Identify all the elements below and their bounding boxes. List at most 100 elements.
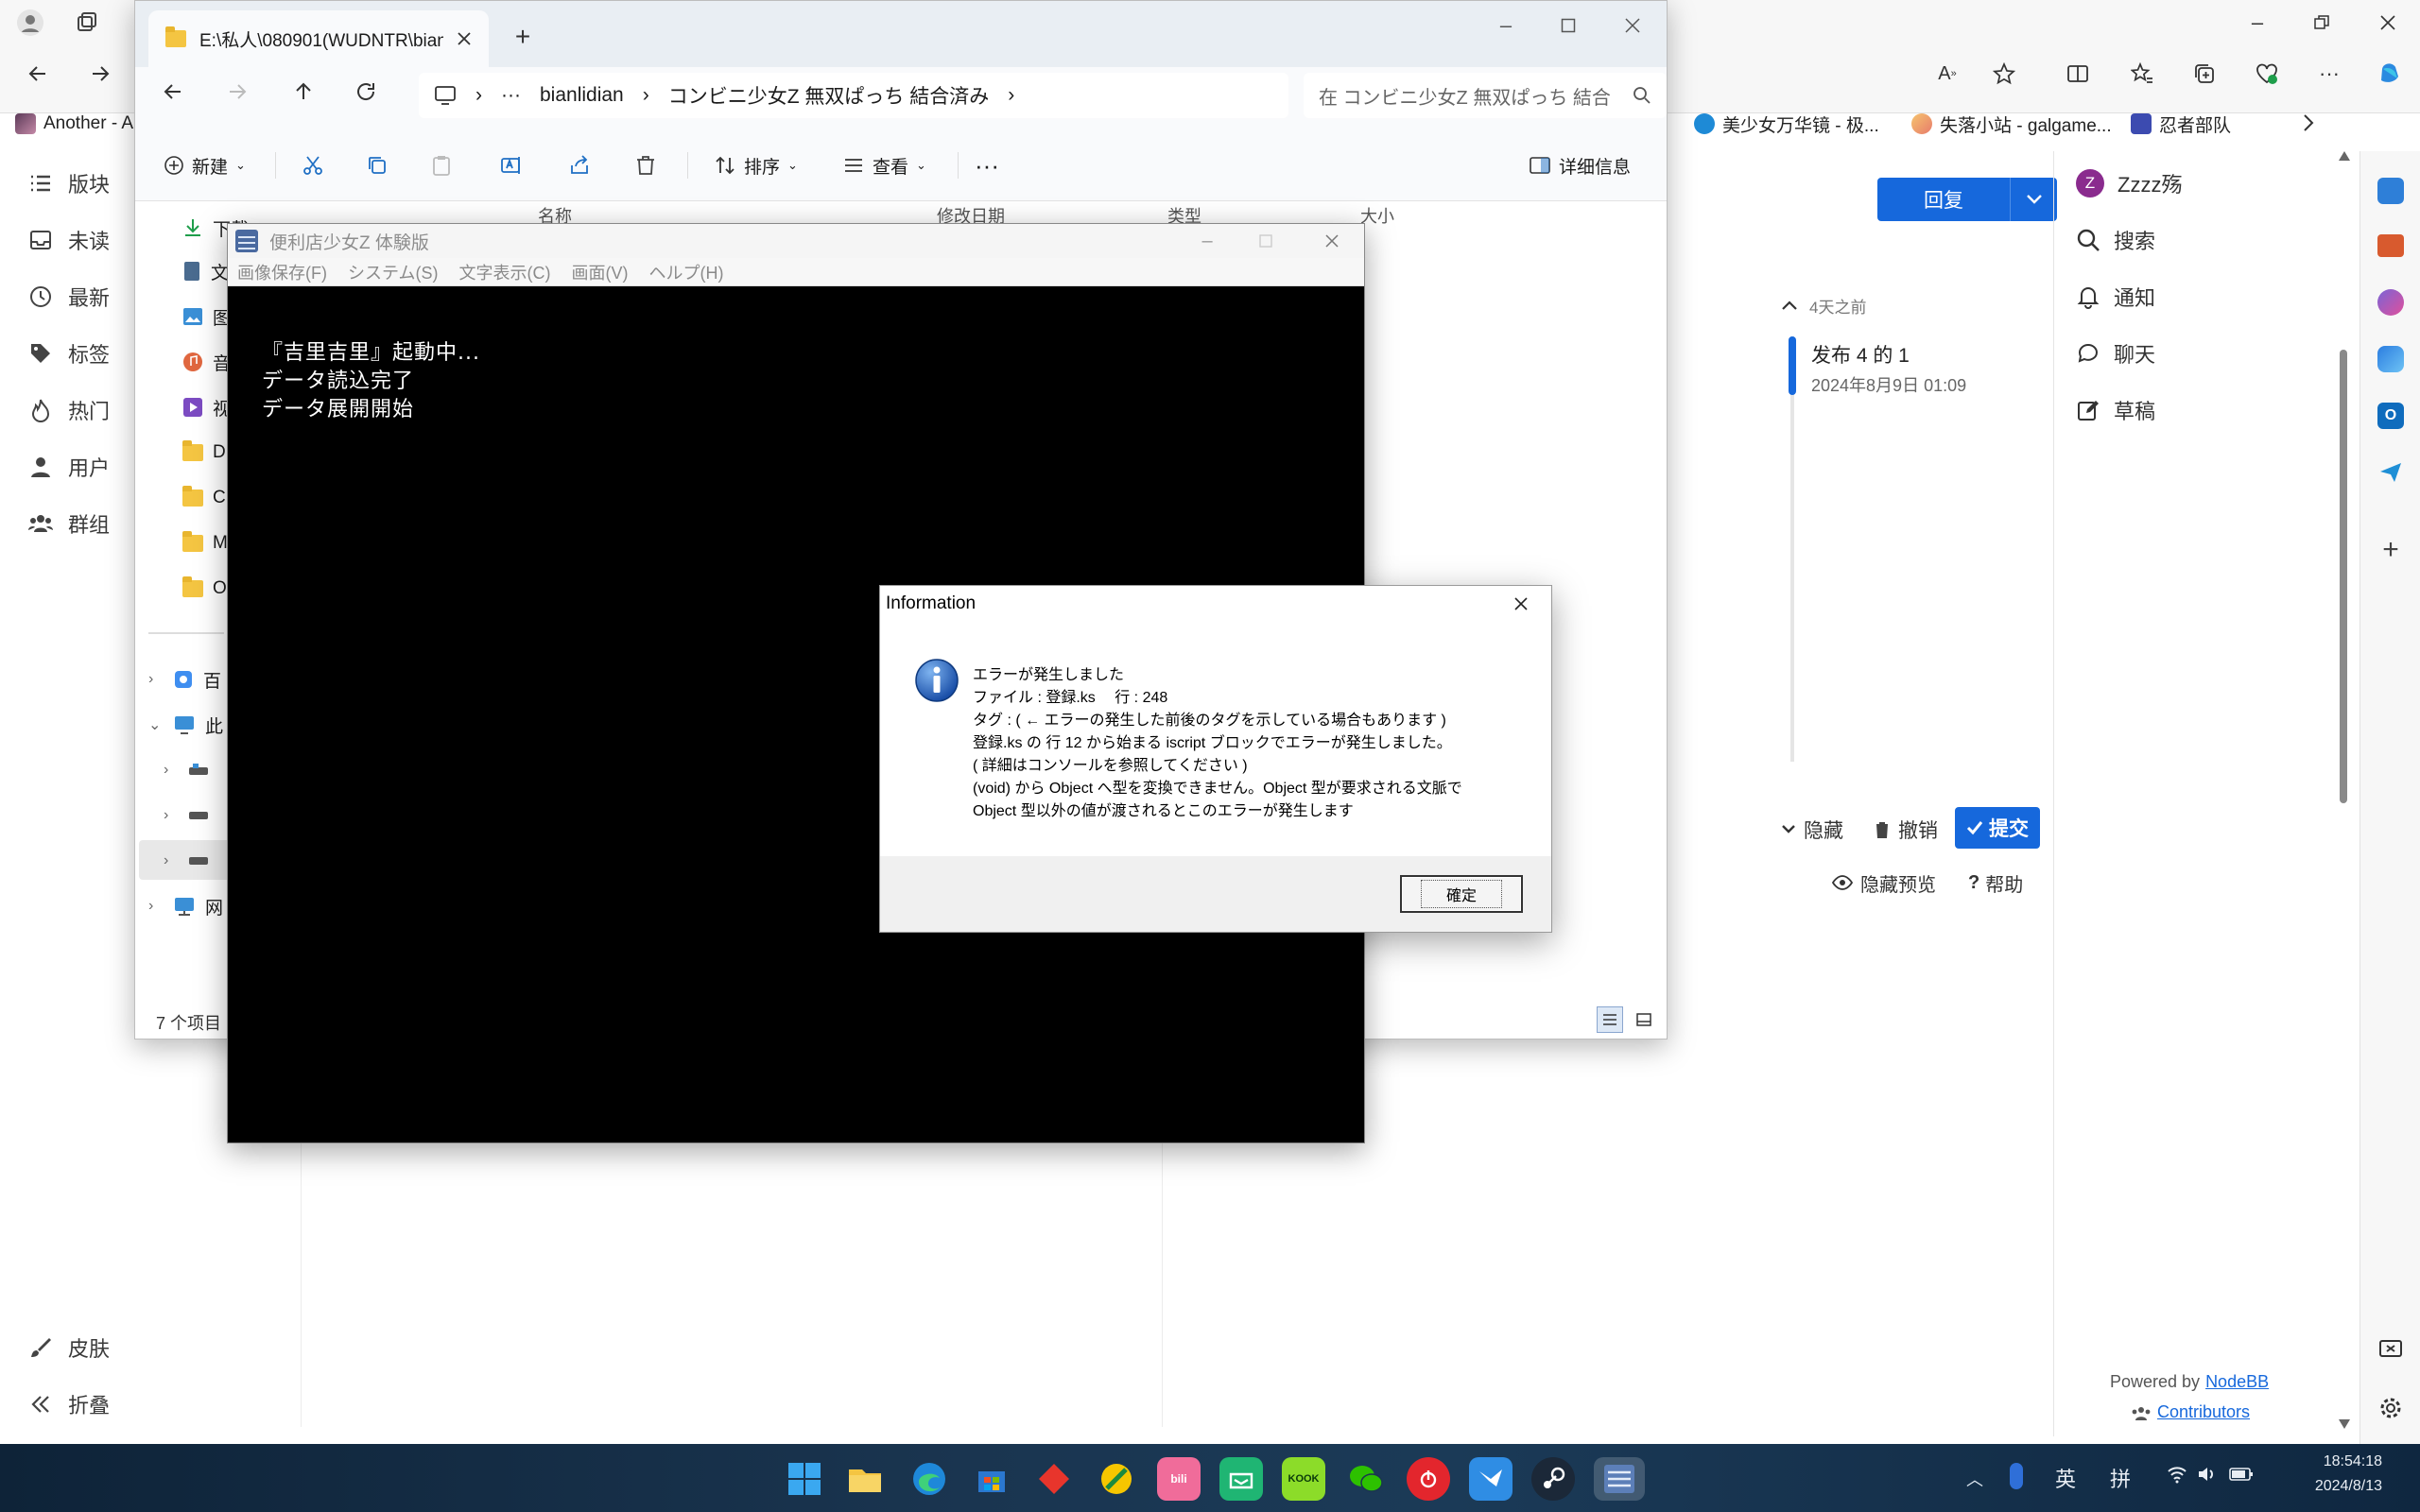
settings-icon[interactable] [2377, 1395, 2404, 1421]
sidebar-item-tags[interactable]: 标签 [28, 335, 110, 372]
sidebar-item-popular[interactable]: 热门 [28, 391, 110, 429]
game-maximize-icon[interactable] [1249, 224, 1283, 258]
nav-item-folder[interactable]: O [182, 572, 227, 606]
composer-discard-button[interactable]: 撤销 [1874, 813, 1938, 847]
bookmark-item[interactable]: Another - A [15, 112, 133, 136]
nav-item-pictures[interactable]: 图 [182, 300, 231, 334]
nav-item-network[interactable]: › 网 [148, 889, 223, 923]
favorites-icon[interactable] [2123, 55, 2161, 93]
menu-screen[interactable]: 画面(V) [571, 260, 628, 284]
nav-item-this-pc[interactable]: ⌄ 此 [148, 708, 223, 742]
toolbox-icon[interactable] [2377, 234, 2404, 257]
chevron-right-icon[interactable]: › [148, 898, 164, 915]
nav-item-folder[interactable]: M [182, 526, 228, 560]
details-view-toggle[interactable] [1597, 1006, 1623, 1033]
office-icon[interactable] [2377, 346, 2404, 372]
bilibili-taskbar-icon[interactable]: bili [1157, 1457, 1201, 1501]
new-tab-icon[interactable]: + [504, 18, 542, 56]
right-panel-notifications[interactable]: 通知 [2076, 278, 2155, 316]
explorer-up-icon[interactable] [292, 80, 315, 103]
details-pane-button[interactable]: 详细信息 [1529, 148, 1631, 182]
split-screen-icon[interactable] [2059, 55, 2097, 93]
nav-item-drive[interactable]: › [164, 799, 209, 833]
timeline-track[interactable] [1790, 336, 1794, 762]
close-tab-icon[interactable] [457, 31, 472, 46]
browser-close-icon[interactable] [2369, 4, 2407, 42]
nav-item-music[interactable]: 音 [182, 345, 231, 379]
contributors-link[interactable]: Contributors [2131, 1402, 2250, 1422]
clock-date[interactable]: 2024/8/13 [2288, 1478, 2382, 1495]
explorer-close-icon[interactable] [1614, 7, 1651, 44]
explorer-maximize-icon[interactable] [1549, 7, 1587, 44]
profile-icon[interactable] [11, 4, 49, 42]
volume-icon[interactable] [2197, 1465, 2218, 1484]
menu-help[interactable]: ヘルプ(H) [648, 260, 723, 284]
green-app-taskbar-icon[interactable] [1219, 1457, 1263, 1501]
outlook-icon[interactable]: O [2377, 403, 2404, 429]
tag-app-icon[interactable] [2377, 178, 2404, 204]
scroll-up-icon[interactable] [2339, 151, 2350, 161]
bookmarks-more-icon[interactable] [2290, 104, 2327, 142]
collections-icon[interactable] [2186, 55, 2223, 93]
copilot-icon[interactable] [2371, 55, 2409, 93]
wechat-taskbar-icon[interactable] [1344, 1457, 1388, 1501]
composer-hide-button[interactable]: 隐藏 [1781, 813, 1843, 847]
tray-app-icon[interactable] [2010, 1463, 2023, 1489]
right-panel-drafts[interactable]: 草稿 [2076, 391, 2155, 429]
nodebb-link[interactable]: NodeBB [2205, 1372, 2269, 1392]
nav-item-drive-selected[interactable]: › [164, 844, 209, 878]
delete-button[interactable] [634, 148, 657, 182]
browser-forward-icon[interactable] [81, 55, 119, 93]
explorer-forward-icon[interactable] [226, 80, 249, 103]
explorer-breadcrumb[interactable]: › ··· bianlidian › コンビニ少女Z 無双ぱっち 結合済み › [419, 73, 1288, 118]
nav-item-folder[interactable]: Cr [182, 481, 232, 515]
user-menu[interactable]: Z Zzzz殇 [2076, 164, 2182, 202]
explorer-search-field[interactable]: 在 コンビニ少女Z 無双ぱっち 結合 [1304, 73, 1667, 118]
nav-item-cloud[interactable]: › 百 [148, 662, 221, 696]
red-app-taskbar-icon[interactable] [1032, 1457, 1076, 1501]
chevron-right-icon[interactable]: › [164, 807, 179, 824]
breadcrumb-item[interactable]: bianlidian [540, 84, 624, 107]
ok-button[interactable]: 確定 [1400, 875, 1523, 913]
sidebar-item-recent[interactable]: 最新 [28, 278, 110, 316]
chevron-right-icon[interactable]: › [148, 671, 164, 688]
composer-submit-button[interactable]: 提交 [1955, 807, 2040, 849]
favorite-star-icon[interactable] [1985, 55, 2023, 93]
ime-language-indicator[interactable]: 英 [2055, 1463, 2076, 1493]
copy-button[interactable] [366, 148, 389, 182]
chevron-down-icon[interactable]: ⌄ [148, 715, 164, 734]
bookmark-item[interactable]: 失落小站 - galgame... [1911, 112, 2112, 136]
breadcrumb-ellipsis[interactable]: ··· [501, 84, 521, 107]
paste-button[interactable] [430, 148, 453, 182]
bookmark-item[interactable]: 忍者部队 [2131, 112, 2231, 136]
more-menu-icon[interactable]: ··· [2310, 55, 2348, 93]
right-panel-search[interactable]: 搜索 [2076, 221, 2155, 259]
browser-essentials-icon[interactable] [2248, 55, 2286, 93]
kook-taskbar-icon[interactable]: KOOK [1282, 1457, 1325, 1501]
yellow-app-taskbar-icon[interactable] [1095, 1457, 1138, 1501]
scrollbar-thumb[interactable] [2340, 350, 2347, 803]
screenshot-icon[interactable] [2377, 1336, 2404, 1363]
more-options-icon[interactable]: ··· [975, 148, 999, 182]
hide-preview-button[interactable]: 隐藏预览 [1832, 868, 1936, 898]
new-button[interactable]: 新建 ⌄ [164, 148, 246, 182]
browser-minimize-icon[interactable]: – [2238, 4, 2276, 42]
explorer-refresh-icon[interactable] [354, 80, 377, 103]
game-taskbar-icon[interactable] [1594, 1457, 1645, 1501]
cut-button[interactable] [302, 148, 324, 182]
sidebar-item-users[interactable]: 用户 [28, 448, 110, 486]
browser-back-icon[interactable] [19, 55, 57, 93]
tray-overflow-icon[interactable]: ︿ [1966, 1467, 1983, 1491]
nav-item-folder[interactable]: D [182, 436, 226, 470]
explorer-back-icon[interactable] [162, 80, 184, 103]
right-panel-chat[interactable]: 聊天 [2076, 335, 2155, 372]
share-button[interactable] [568, 148, 591, 182]
bookmark-item[interactable]: 美少女万华镜 - 极... [1694, 112, 1879, 136]
help-button[interactable]: ? 帮助 [1968, 868, 2023, 898]
netease-music-taskbar-icon[interactable] [1407, 1457, 1450, 1501]
steam-taskbar-icon[interactable] [1531, 1457, 1575, 1501]
nav-item-drive[interactable]: › [164, 753, 209, 787]
edge-taskbar-icon[interactable] [908, 1457, 951, 1501]
wifi-icon[interactable] [2167, 1465, 2187, 1484]
add-icon[interactable]: + [2377, 534, 2404, 565]
